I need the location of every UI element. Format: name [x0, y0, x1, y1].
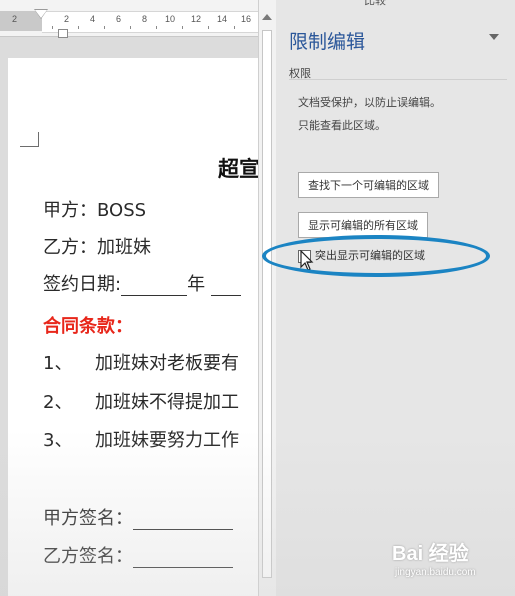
- sign-b-label: 乙方签名：: [43, 546, 133, 567]
- document-area: 2 2 4 6 8 10 12 14 16 超宣 甲方：BOSS 乙方：加班妹: [0, 0, 258, 596]
- year-label: 年: [187, 274, 206, 295]
- clause-number: 2、: [43, 392, 73, 413]
- terms-heading: 合同条款：: [43, 316, 133, 337]
- watermark-brand: Bai 经验: [392, 543, 469, 565]
- view-only-info-text: 只能查看此区域。: [298, 119, 386, 132]
- ruler-number: 12: [191, 14, 202, 24]
- party-b-line: 乙方：加班妹: [43, 237, 151, 258]
- margin-corner-icon: [20, 132, 39, 147]
- scroll-up-icon[interactable]: [262, 14, 272, 20]
- protection-info-text: 文档受保护，以防止误编辑。: [298, 96, 441, 109]
- ruler-number: 16: [241, 14, 252, 24]
- party-a-line: 甲方：BOSS: [43, 200, 147, 221]
- clause-item: 1、 加班妹对老板要有: [43, 349, 239, 375]
- sign-date-label: 签约日期:: [43, 274, 122, 295]
- sign-a-label: 甲方签名：: [43, 508, 133, 529]
- show-all-editable-regions-button[interactable]: 显示可编辑的所有区域: [298, 212, 428, 238]
- panel-title: 限制编辑: [289, 31, 366, 53]
- clause-item: 2、 加班妹不得提加工: [43, 388, 239, 414]
- ruler-number: 6: [116, 14, 122, 24]
- clause-text: 加班妹不得提加工: [95, 392, 239, 413]
- panel-options-chevron-down-icon[interactable]: [489, 34, 499, 40]
- sign-date-line: 签约日期: 年: [43, 270, 241, 296]
- ruler-number: 8: [142, 14, 148, 24]
- vertical-scrollbar[interactable]: [258, 0, 277, 596]
- left-indent-icon[interactable]: [58, 29, 68, 38]
- restrict-editing-panel: 比较 限制编辑 权限 文档受保护，以防止误编辑。 只能查看此区域。 查找下一个可…: [276, 0, 515, 596]
- section-divider: [289, 79, 507, 80]
- sign-b-line: 乙方签名：: [43, 542, 233, 568]
- annotation-ellipse: [262, 235, 490, 277]
- ruler-number: 2: [64, 14, 70, 24]
- clause-text: 加班妹要努力工作: [95, 430, 239, 451]
- baidu-jingyan-watermark: Bai 经验 jingyan.baidu.com: [392, 537, 512, 587]
- ruler-number: 4: [90, 14, 96, 24]
- app-window: 2 2 4 6 8 10 12 14 16 超宣 甲方：BOSS 乙方：加班妹: [0, 0, 515, 596]
- clause-item: 3、 加班妹要努力工作: [43, 426, 239, 452]
- clause-text: 加班妹对老板要有: [95, 353, 239, 374]
- clause-number: 1、: [43, 353, 73, 374]
- horizontal-ruler[interactable]: 2 2 4 6 8 10 12 14 16: [0, 0, 258, 38]
- find-next-editable-region-button[interactable]: 查找下一个可编辑的区域: [298, 172, 439, 198]
- ruler-number: 2: [12, 14, 18, 24]
- scroll-thumb[interactable]: [262, 30, 272, 578]
- ruler-number: 10: [165, 14, 176, 24]
- sign-a-line: 甲方签名：: [43, 504, 233, 530]
- watermark-url: jingyan.baidu.com: [395, 567, 476, 578]
- clause-number: 3、: [43, 430, 73, 451]
- compare-tab[interactable]: 比较: [364, 0, 386, 8]
- document-title: 超宣: [218, 157, 258, 181]
- ruler-number: 14: [217, 14, 228, 24]
